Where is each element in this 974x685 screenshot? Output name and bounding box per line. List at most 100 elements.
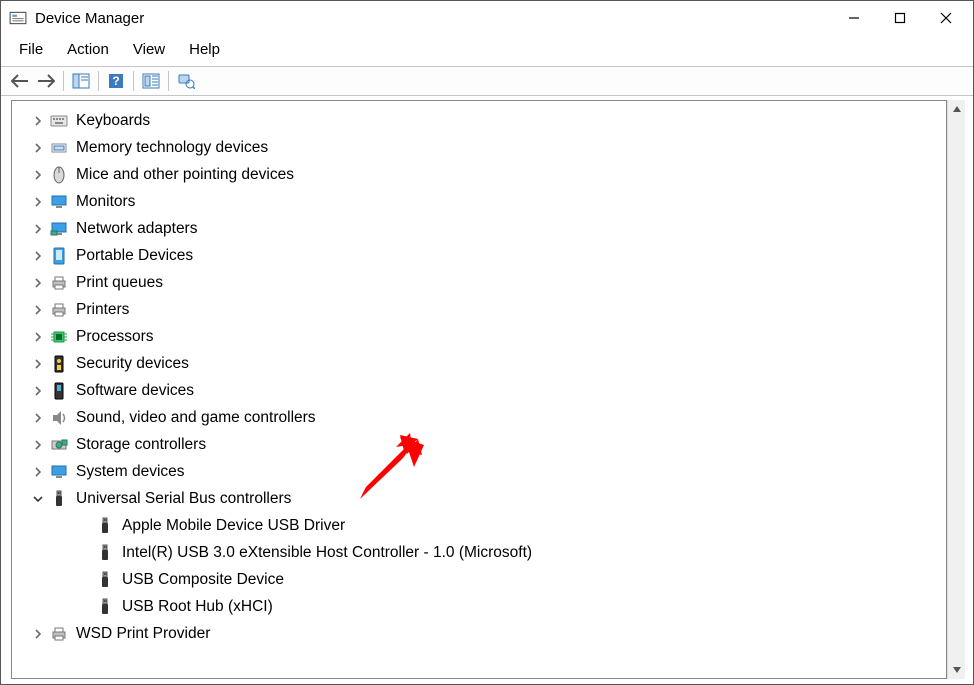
vertical-scrollbar[interactable] — [947, 100, 965, 679]
tree-item[interactable]: USB Root Hub (xHCI) — [16, 593, 946, 620]
tree-item-label: Network adapters — [76, 221, 197, 237]
usb-icon — [94, 569, 116, 591]
tree-item-label: USB Composite Device — [122, 572, 284, 588]
menu-bar: File Action View Help — [1, 35, 973, 66]
tree-item[interactable]: WSD Print Provider — [16, 620, 946, 647]
keyboard-icon — [48, 110, 70, 132]
tree-item[interactable]: Keyboards — [16, 107, 946, 134]
tree-item-label: Storage controllers — [76, 437, 206, 453]
printer-icon — [48, 272, 70, 294]
monitor-icon — [48, 191, 70, 213]
chevron-right-icon[interactable] — [28, 278, 48, 288]
menu-view[interactable]: View — [123, 39, 175, 60]
chevron-right-icon[interactable] — [28, 467, 48, 477]
app-icon — [9, 9, 27, 27]
title-bar: Device Manager — [1, 1, 973, 35]
close-button[interactable] — [923, 3, 969, 33]
tree-item[interactable]: Security devices — [16, 350, 946, 377]
chevron-right-icon[interactable] — [28, 197, 48, 207]
chevron-right-icon[interactable] — [28, 224, 48, 234]
security-icon — [48, 353, 70, 375]
help-button[interactable]: ? — [103, 69, 129, 93]
tree-item-label: Printers — [76, 302, 129, 318]
devices-printers-button[interactable] — [173, 69, 199, 93]
toolbar-separator — [63, 71, 64, 91]
tool-bar: ? — [1, 66, 973, 96]
toolbar-separator — [168, 71, 169, 91]
printer-icon — [48, 623, 70, 645]
tree-item[interactable]: System devices — [16, 458, 946, 485]
tree-item-label: Apple Mobile Device USB Driver — [122, 518, 345, 534]
tree-item[interactable]: Universal Serial Bus controllers — [16, 485, 946, 512]
back-button[interactable] — [7, 69, 33, 93]
tree-item[interactable]: Processors — [16, 323, 946, 350]
tree-item-label: USB Root Hub (xHCI) — [122, 599, 273, 615]
show-hide-console-tree-button[interactable] — [68, 69, 94, 93]
tree-item-label: Mice and other pointing devices — [76, 167, 294, 183]
maximize-button[interactable] — [877, 3, 923, 33]
tree-item[interactable]: Mice and other pointing devices — [16, 161, 946, 188]
chevron-right-icon[interactable] — [28, 170, 48, 180]
chevron-right-icon[interactable] — [28, 332, 48, 342]
network-icon — [48, 218, 70, 240]
device-tree-pane: Keyboards Memory technology devices Mice a… — [11, 100, 947, 679]
chevron-down-icon[interactable] — [28, 494, 48, 504]
chevron-right-icon[interactable] — [28, 143, 48, 153]
tree-item[interactable]: Software devices — [16, 377, 946, 404]
tree-item[interactable]: Portable Devices — [16, 242, 946, 269]
tree-item-label: Print queues — [76, 275, 163, 291]
chevron-right-icon[interactable] — [28, 305, 48, 315]
chevron-right-icon[interactable] — [28, 629, 48, 639]
toolbar-separator — [98, 71, 99, 91]
usb-icon — [94, 515, 116, 537]
mouse-icon — [48, 164, 70, 186]
menu-help[interactable]: Help — [179, 39, 230, 60]
chevron-right-icon[interactable] — [28, 359, 48, 369]
chevron-right-icon[interactable] — [28, 116, 48, 126]
tree-item-label: Software devices — [76, 383, 194, 399]
tree-item[interactable]: Printers — [16, 296, 946, 323]
tree-item-label: Portable Devices — [76, 248, 193, 264]
chevron-right-icon[interactable] — [28, 251, 48, 261]
menu-file[interactable]: File — [9, 39, 53, 60]
scroll-up-button[interactable] — [948, 100, 965, 118]
system-icon — [48, 461, 70, 483]
chevron-right-icon[interactable] — [28, 440, 48, 450]
tree-item[interactable]: Print queues — [16, 269, 946, 296]
tree-item-label: Keyboards — [76, 113, 150, 129]
tree-item[interactable]: Intel(R) USB 3.0 eXtensible Host Control… — [16, 539, 946, 566]
tree-item[interactable]: Memory technology devices — [16, 134, 946, 161]
tree-item[interactable]: Network adapters — [16, 215, 946, 242]
chevron-right-icon[interactable] — [28, 413, 48, 423]
usb-icon — [94, 542, 116, 564]
window-controls — [831, 3, 969, 33]
printer-icon — [48, 299, 70, 321]
tree-item-label: Monitors — [76, 194, 135, 210]
storage-icon — [48, 434, 70, 456]
forward-button[interactable] — [33, 69, 59, 93]
tree-item[interactable]: USB Composite Device — [16, 566, 946, 593]
tree-item-label: Universal Serial Bus controllers — [76, 491, 291, 507]
chevron-right-icon[interactable] — [28, 386, 48, 396]
menu-action[interactable]: Action — [57, 39, 119, 60]
tree-item[interactable]: Sound, video and game controllers — [16, 404, 946, 431]
toolbar-separator — [133, 71, 134, 91]
tree-item[interactable]: Apple Mobile Device USB Driver — [16, 512, 946, 539]
tree-item-label: WSD Print Provider — [76, 626, 210, 642]
tree-item-label: Processors — [76, 329, 154, 345]
tree-item[interactable]: Monitors — [16, 188, 946, 215]
tree-item-label: Security devices — [76, 356, 189, 372]
tree-item-label: Sound, video and game controllers — [76, 410, 316, 426]
tree-item-label: Memory technology devices — [76, 140, 268, 156]
minimize-button[interactable] — [831, 3, 877, 33]
scan-hardware-button[interactable] — [138, 69, 164, 93]
scroll-down-button[interactable] — [948, 661, 965, 679]
window-title: Device Manager — [35, 10, 144, 27]
processor-icon — [48, 326, 70, 348]
device-tree[interactable]: Keyboards Memory technology devices Mice a… — [12, 101, 946, 653]
tree-item-label: Intel(R) USB 3.0 eXtensible Host Control… — [122, 545, 532, 561]
tree-item-label: System devices — [76, 464, 185, 480]
svg-text:?: ? — [112, 74, 119, 88]
tree-item[interactable]: Storage controllers — [16, 431, 946, 458]
scroll-track[interactable] — [948, 118, 965, 661]
